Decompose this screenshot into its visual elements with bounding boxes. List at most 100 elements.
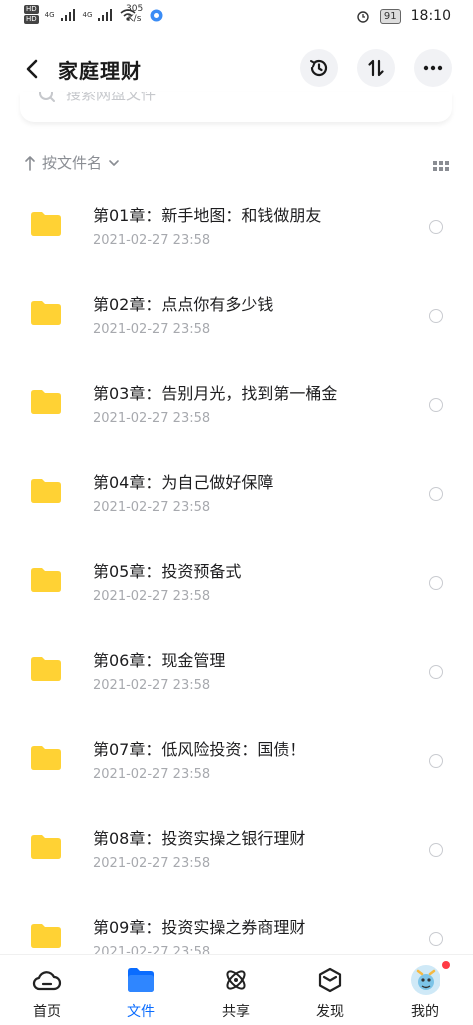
select-checkbox[interactable] [429,754,443,768]
tab-files[interactable]: 文件 [94,955,188,1025]
file-date: 2021-02-27 23:58 [93,589,211,604]
file-date: 2021-02-27 23:58 [93,500,211,515]
file-name: 第09章：投资实操之券商理财 [93,918,306,937]
tab-share-label: 共享 [222,1004,250,1020]
file-date: 2021-02-27 23:58 [93,233,211,248]
file-name: 第06章：现金管理 [93,651,226,670]
file-name: 第01章：新手地图：和钱做朋友 [93,206,322,225]
avatar-icon [411,965,440,995]
select-checkbox[interactable] [429,309,443,323]
view-mode-button[interactable] [433,158,449,177]
sort-button[interactable] [357,49,395,87]
tab-share[interactable]: 共享 [189,955,283,1025]
tab-home-label: 首页 [33,1004,61,1020]
search-box[interactable]: 搜索网盘文件 [20,92,452,122]
history-button[interactable] [300,49,338,87]
signal-icon [60,8,75,21]
sort-row: 按文件名 [24,152,449,178]
tab-me[interactable]: 我的 [378,955,472,1025]
more-dots-icon [423,65,443,71]
share-atom-icon [226,970,246,990]
list-item[interactable]: 第03章：告别月光，找到第一桶金 2021-02-27 23:58 [0,356,473,445]
tab-home[interactable]: 首页 [0,955,94,1025]
signal-icon-2 [98,8,113,21]
alarm-icon [357,11,369,23]
search-icon [39,92,55,102]
tab-discover-icon-wrap [315,965,345,995]
list-item[interactable]: 第01章：新手地图：和钱做朋友 2021-02-27 23:58 [0,178,473,267]
status-bar: HD HD 4G 4G 305 K/s 91 18:10 [0,0,473,34]
app-header: 家庭理财 [0,40,473,98]
file-name: 第08章：投资实操之银行理财 [93,829,306,848]
cloud-home-icon [32,971,62,991]
select-checkbox[interactable] [429,932,443,946]
folder-icon [31,390,61,414]
sort-selector[interactable]: 按文件名 [24,152,449,173]
folder-icon [31,212,61,236]
list-item[interactable]: 第05章：投资预备式 2021-02-27 23:58 [0,534,473,623]
select-checkbox[interactable] [429,487,443,501]
sim1-badge: HD [24,5,39,14]
tab-home-icon-wrap [32,965,62,995]
file-name: 第05章：投资预备式 [93,562,242,581]
file-date: 2021-02-27 23:58 [93,411,211,426]
file-date: 2021-02-27 23:58 [93,856,211,871]
folder-icon [31,746,61,770]
list-item[interactable]: 第02章：点点你有多少钱 2021-02-27 23:58 [0,267,473,356]
battery-indicator: 91 [379,8,401,24]
file-name: 第02章：点点你有多少钱 [93,295,274,314]
file-name: 第04章：为自己做好保障 [93,473,274,492]
status-right: 91 18:10 [356,8,451,24]
folder-files-icon [128,968,154,992]
file-date: 2021-02-27 23:58 [93,767,211,782]
select-checkbox[interactable] [429,398,443,412]
search-placeholder: 搜索网盘文件 [66,92,157,103]
select-checkbox[interactable] [429,843,443,857]
tab-share-icon-wrap [221,965,251,995]
tab-discover-label: 发现 [316,1004,344,1020]
sim2-badge: HD [24,15,39,24]
speed-unit: K/s [127,14,142,24]
sort-up-arrow-icon [25,155,35,171]
app-notification-icon [150,9,163,22]
folder-icon [31,924,61,948]
clock-time: 18:10 [410,8,451,24]
chevron-down-icon [109,159,119,166]
folder-icon [31,568,61,592]
net1-label: 4G [44,10,55,19]
list-item[interactable]: 第06章：现金管理 2021-02-27 23:58 [0,623,473,712]
tab-discover[interactable]: 发现 [283,955,377,1025]
more-button[interactable] [414,49,452,87]
net2-label: 4G [82,10,93,19]
folder-icon [31,657,61,681]
tab-files-icon-wrap [126,965,156,995]
tab-me-icon-wrap [410,965,440,995]
list-item[interactable]: 第04章：为自己做好保障 2021-02-27 23:58 [0,445,473,534]
folder-icon [31,835,61,859]
discover-cube-icon [318,967,342,993]
tab-me-label: 我的 [411,1004,439,1020]
back-chevron-icon [26,59,38,79]
tab-files-label: 文件 [127,1004,155,1020]
bottom-tab-bar: 首页 文件 共享 发现 我的 [0,954,473,1025]
file-date: 2021-02-27 23:58 [93,678,211,693]
back-button[interactable] [18,54,48,84]
file-list: 第01章：新手地图：和钱做朋友 2021-02-27 23:58 第02章：点点… [0,178,473,954]
select-checkbox[interactable] [429,576,443,590]
list-item[interactable]: 第07章：低风险投资：国债！ 2021-02-27 23:58 [0,712,473,801]
list-item[interactable]: 第09章：投资实操之券商理财 2021-02-27 23:58 [0,890,473,954]
folder-icon [31,479,61,503]
speed-value: 305 [126,4,144,14]
page-title: 家庭理财 [58,59,142,83]
network-speed: 305 K/s [126,4,143,24]
list-item[interactable]: 第08章：投资实操之银行理财 2021-02-27 23:58 [0,801,473,890]
select-checkbox[interactable] [429,220,443,234]
status-left: HD HD 4G 4G [24,5,136,24]
search-inner: 搜索网盘文件 [38,92,156,104]
file-name: 第03章：告别月光，找到第一桶金 [93,384,338,403]
file-date: 2021-02-27 23:58 [93,322,211,337]
select-checkbox[interactable] [429,665,443,679]
history-clock-icon [310,59,328,77]
file-name: 第07章：低风险投资：国债！ [93,740,306,759]
sort-arrows-icon [368,59,384,77]
